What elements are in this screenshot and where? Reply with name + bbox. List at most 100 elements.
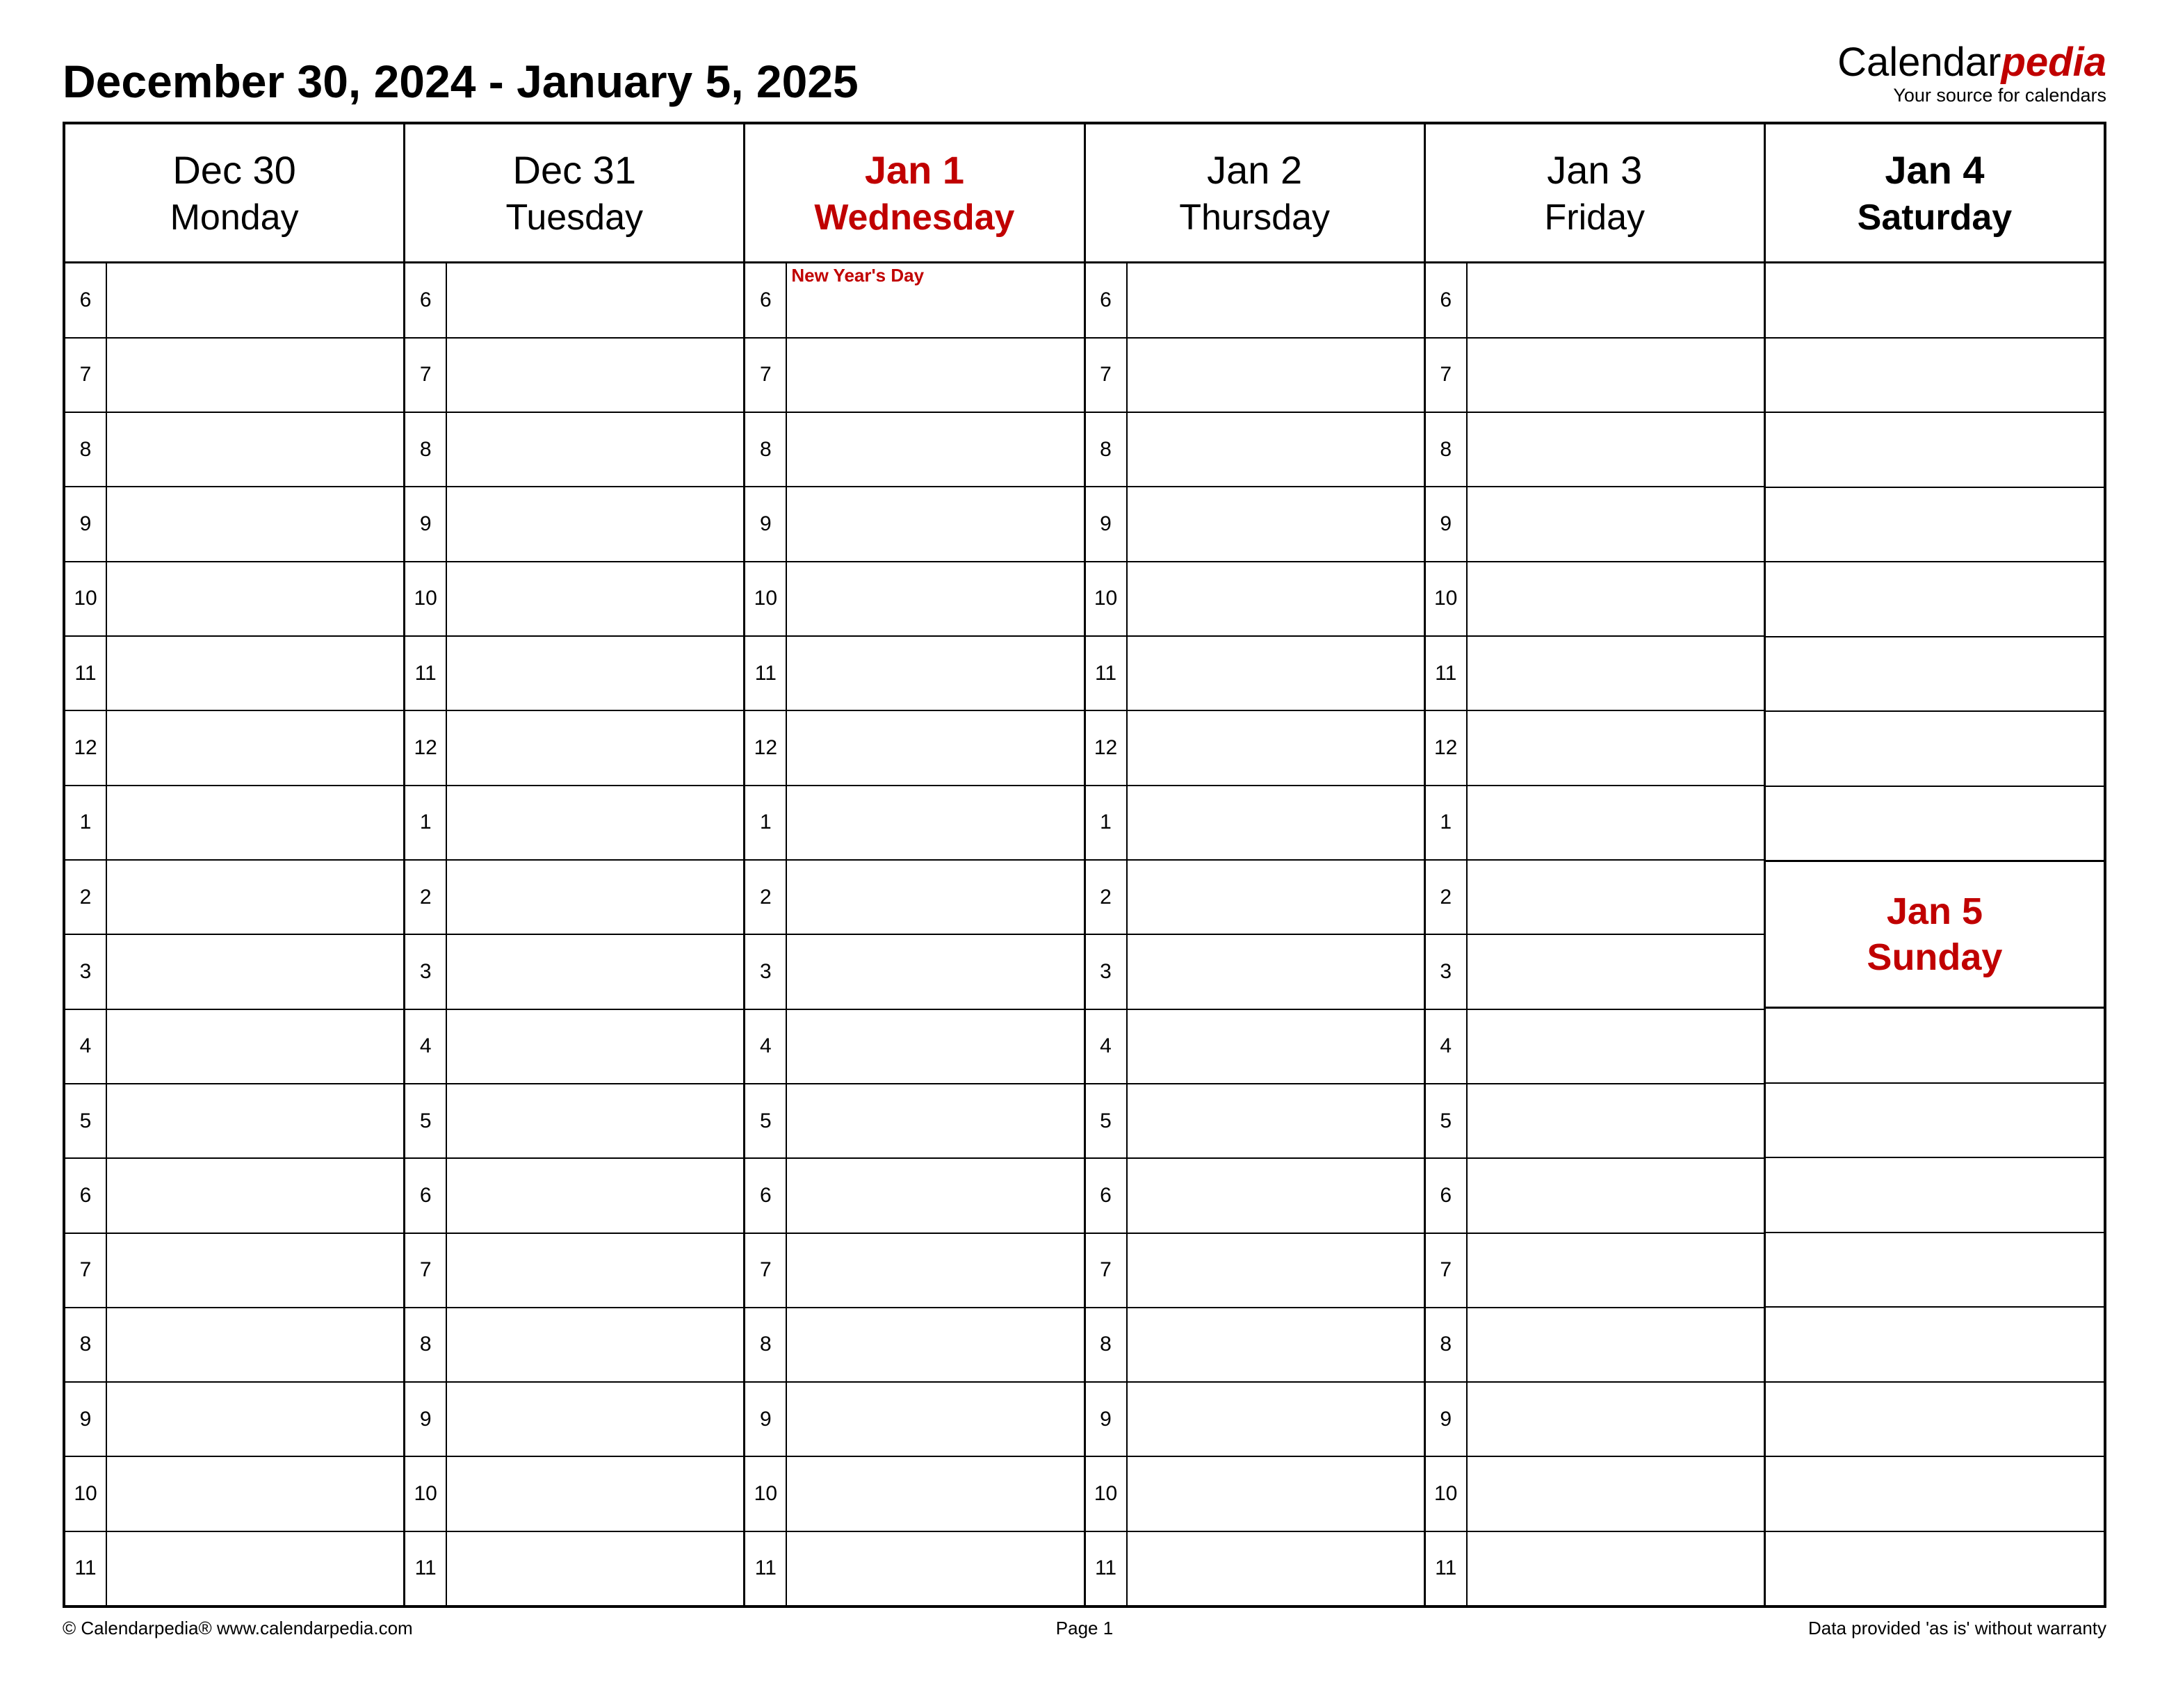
hour-label: 12 [405,711,447,784]
hour-label: 10 [1426,562,1468,635]
hour-row: 1 [65,786,403,861]
hour-body [107,339,403,412]
hour-row: 2 [65,861,403,935]
hour-label: 6 [1426,263,1468,336]
hour-cells: 67891011121234567891011 [1426,263,1764,1605]
hour-row: 10 [405,1457,743,1531]
hour-body [1468,637,1764,710]
hour-body [107,487,403,560]
hour-row: 7 [405,339,743,413]
hour-body [1468,1010,1764,1083]
day-column: Jan 3Friday67891011121234567891011 [1426,124,1766,1605]
hour-row: 11 [1086,637,1424,711]
hour-row: 9 [745,487,1083,562]
weekend-stack: Jan 5Sunday [1766,263,2104,1605]
day-date: Jan 1 [865,147,964,193]
footer-page: Page 1 [744,1618,1425,1639]
hour-body [1128,263,1424,336]
hour-body [107,562,403,635]
hour-row: 8 [1086,1308,1424,1383]
hour-label: 9 [65,1383,107,1456]
hour-label: 1 [1086,786,1128,859]
hour-label: 4 [745,1010,787,1083]
hour-row: 10 [1426,1457,1764,1531]
hour-row: 10 [1086,562,1424,637]
hour-body [447,711,743,784]
brand-tagline: Your source for calendars [1837,86,2106,105]
hour-label: 7 [65,1234,107,1307]
hour-label: 6 [1086,263,1128,336]
weekend-row [1766,339,2104,413]
day-name: Friday [1545,197,1645,238]
hour-label: 10 [405,562,447,635]
hour-row: 9 [1086,487,1424,562]
hour-row: 9 [65,487,403,562]
weekend-row [1766,562,2104,637]
hour-row: 11 [1086,1532,1424,1605]
hour-label: 9 [1086,1383,1128,1456]
day-name: Monday [170,197,299,238]
hour-body [1128,1532,1424,1605]
hour-label: 10 [1086,562,1128,635]
hour-row: 7 [405,1234,743,1308]
hour-label: 4 [1426,1010,1468,1083]
hour-row: 8 [65,1308,403,1383]
hour-label: 2 [1086,861,1128,934]
hour-label: 5 [745,1084,787,1157]
hour-body [787,1084,1083,1157]
hour-label: 7 [745,339,787,412]
hour-body [787,1010,1083,1083]
hour-row: 7 [65,339,403,413]
hour-row: 11 [745,1532,1083,1605]
hour-body [1128,637,1424,710]
hour-body [1128,1159,1424,1232]
hour-label: 1 [65,786,107,859]
hour-label: 3 [65,935,107,1008]
hour-label: 10 [1426,1457,1468,1530]
hour-label: 6 [405,1159,447,1232]
hour-label: 8 [65,1308,107,1381]
hour-body [1468,263,1764,336]
hour-label: 8 [405,413,447,486]
hour-label: 8 [405,1308,447,1381]
hour-body [447,1084,743,1157]
weekend-row [1766,1158,2104,1233]
hour-body [107,263,403,336]
day-header: Jan 3Friday [1426,124,1764,263]
day-name: Sunday [1867,936,2002,979]
footer-copyright: © Calendarpedia® www.calendarpedia.com [63,1618,744,1639]
hour-body [1128,711,1424,784]
hour-row: 8 [745,1308,1083,1383]
hour-body [1468,1383,1764,1456]
day-date: Jan 3 [1547,147,1642,193]
hour-row: 11 [745,637,1083,711]
hour-label: 8 [1426,1308,1468,1381]
hour-body [1468,413,1764,486]
hour-body [1468,861,1764,934]
day-date: Dec 31 [513,147,636,193]
hour-row: 5 [65,1084,403,1159]
hour-row: 8 [1086,413,1424,487]
hour-row: 9 [65,1383,403,1457]
hour-row: 12 [1426,711,1764,786]
hour-row: 11 [65,1532,403,1605]
hour-label: 10 [65,1457,107,1530]
hour-body [447,263,743,336]
hour-body [447,637,743,710]
hour-row: 11 [1426,1532,1764,1605]
hour-row: 6 [1086,263,1424,338]
hour-body [1468,1308,1764,1381]
hour-row: 3 [65,935,403,1009]
hour-body [787,1234,1083,1307]
hour-body [447,1532,743,1605]
hour-label: 4 [65,1010,107,1083]
hour-label: 8 [1086,1308,1128,1381]
hour-label: 8 [1426,413,1468,486]
hour-row: 12 [1086,711,1424,786]
hour-row: 6 [1426,1159,1764,1233]
weekend-row [1766,1532,2104,1605]
hour-label: 9 [405,487,447,560]
weekend-row [1766,1084,2104,1158]
hour-body [787,1383,1083,1456]
hour-body [447,1308,743,1381]
